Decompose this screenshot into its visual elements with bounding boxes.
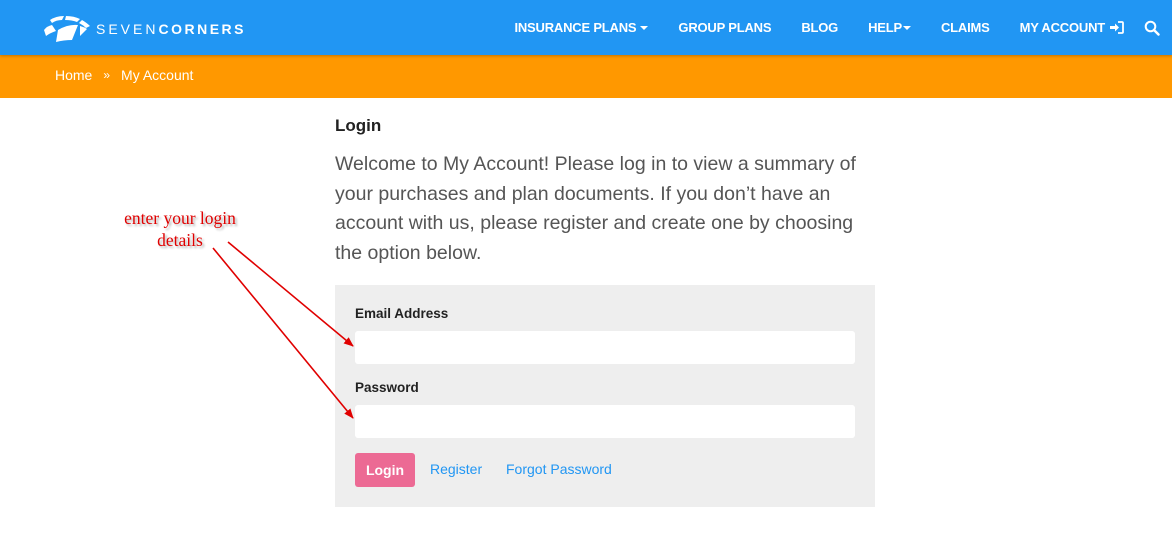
annotation-callout: enter your login details [100,207,260,251]
nav-item-help[interactable]: HELP [868,20,911,35]
breadcrumb-current: My Account [121,67,194,83]
email-field[interactable] [355,331,855,364]
logo-text-light: SEVEN [96,21,159,37]
caret-down-icon [902,25,911,30]
nav-item-label: MY ACCOUNT [1019,20,1106,35]
sign-in-icon [1110,21,1124,34]
annotation-line-1: enter your login [124,208,236,228]
nav-item-group-plans[interactable]: GROUP PLANS [678,20,771,35]
annotation-line-2: details [157,230,203,250]
logo-text: SEVENCORNERS [96,21,246,37]
nav-item-blog[interactable]: BLOG [801,20,838,35]
password-field[interactable] [355,405,855,438]
login-button[interactable]: Login [355,453,415,487]
seven-corners-logo[interactable]: SEVENCORNERS [42,14,246,44]
email-label: Email Address [355,306,449,321]
nav-item-my-account[interactable]: MY ACCOUNT [1020,20,1124,35]
intro-text: Welcome to My Account! Please log in to … [335,153,856,264]
forgot-password-link[interactable]: Forgot Password [506,461,612,477]
breadcrumb-separator: » [103,68,111,82]
top-navigation: SEVENCORNERS INSURANCE PLANS GROUP PLANS… [0,0,1172,55]
nav-item-claims[interactable]: CLAIMS [941,20,990,35]
caret-down-icon [640,25,649,30]
breadcrumb-home[interactable]: Home [55,67,92,83]
register-link[interactable]: Register [430,461,482,477]
arrow-to-password [212,247,354,419]
nav-item-label: BLOG [801,20,839,35]
breadcrumb: Home » My Account [55,67,193,83]
nav-menu: INSURANCE PLANS GROUP PLANS BLOG HELP CL… [514,0,1172,55]
nav-item-label: CLAIMS [940,20,990,35]
breadcrumb-bar: Home » My Account [0,55,1172,98]
logo-icon [44,16,90,42]
password-label: Password [355,380,419,395]
nav-item-insurance-plans[interactable]: INSURANCE PLANS [514,20,649,35]
nav-item-label: HELP [868,20,902,35]
logo-text-bold: CORNERS [158,21,246,37]
page-title: Login [335,116,382,135]
nav-item-label: GROUP PLANS [678,20,772,35]
nav-item-label: INSURANCE PLANS [514,20,637,35]
login-form: Email Address Password Login Register Fo… [335,285,875,507]
login-intro: Login Welcome to My Account! Please log … [335,116,875,268]
search-icon[interactable] [1144,20,1160,36]
